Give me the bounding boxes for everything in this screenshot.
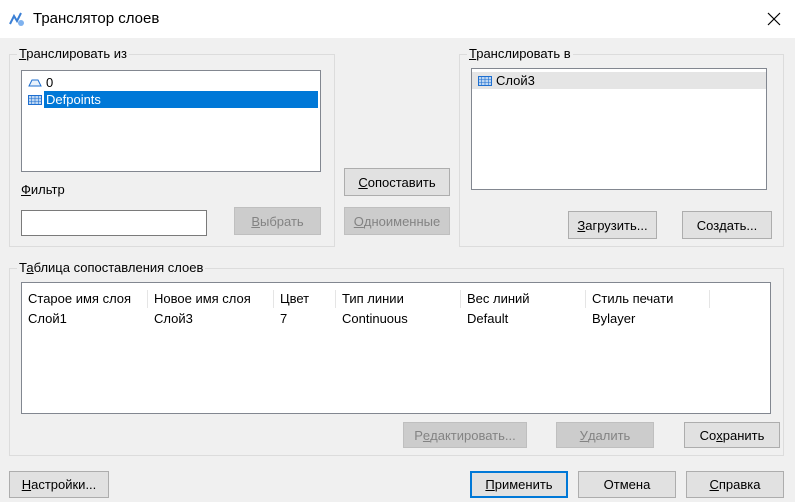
layer-grid-icon — [478, 75, 492, 86]
map-button[interactable]: Сопоставить — [344, 168, 450, 196]
map-same-button[interactable]: Одноименные — [344, 207, 450, 235]
list-item[interactable]: Defpoints — [22, 91, 320, 108]
table-cell: Bylayer — [592, 311, 636, 326]
column-header-color[interactable]: Цвет — [274, 290, 336, 308]
load-button[interactable]: Загрузить... — [568, 211, 657, 239]
list-item-label: Слой3 — [496, 73, 535, 88]
cancel-button[interactable]: Отмена — [578, 471, 676, 498]
app-icon — [8, 10, 26, 28]
select-button[interactable]: Выбрать — [234, 207, 321, 235]
translate-from-list[interactable]: 0 Defpoints — [21, 70, 321, 172]
window-title: Транслятор слоев — [33, 10, 160, 27]
filter-label: Фильтр — [21, 182, 65, 197]
layer-icon — [28, 79, 42, 86]
delete-button[interactable]: Удалить — [556, 422, 654, 448]
table-cell: Default — [467, 311, 509, 326]
mapping-label: Таблица сопоставления слоев — [17, 260, 206, 275]
list-item[interactable]: Слой3 — [472, 72, 766, 89]
create-button[interactable]: Соз д ать... — [682, 211, 772, 239]
column-header-linetype[interactable]: Тип линии — [336, 290, 461, 308]
list-item[interactable]: 0 — [22, 74, 320, 91]
column-header-new-name[interactable]: Новое имя слоя — [148, 290, 274, 308]
translate-to-list[interactable]: Слой3 — [471, 68, 767, 190]
apply-button[interactable]: Применить — [470, 471, 568, 498]
filter-input[interactable] — [21, 210, 207, 236]
layer-grid-icon — [28, 94, 42, 105]
table-cell: Слой3 — [154, 311, 193, 326]
column-header-plotstyle[interactable]: Стиль печати — [586, 290, 710, 308]
help-button[interactable]: Справка — [686, 471, 784, 498]
translate-from-label: Транслировать из — [17, 46, 129, 61]
list-item-label: 0 — [46, 75, 54, 90]
column-header-old-name[interactable]: Старое имя слоя — [22, 290, 148, 308]
table-cell: 7 — [280, 311, 288, 326]
edit-button[interactable]: Ре дактировать... — [403, 422, 527, 448]
column-header-lineweight[interactable]: Вес линий — [461, 290, 586, 308]
close-button[interactable] — [752, 0, 795, 38]
settings-button[interactable]: Настройки... — [9, 471, 109, 498]
mapping-table[interactable]: Старое имя слоя Новое имя слоя Цвет Тип … — [21, 282, 771, 414]
table-cell: Continuous — [342, 311, 408, 326]
translate-to-label: Транслировать в — [467, 46, 573, 61]
list-item-label: Defpoints — [44, 91, 318, 108]
save-button[interactable]: Со х ранить — [684, 422, 780, 448]
table-cell: Слой1 — [28, 311, 67, 326]
close-icon — [767, 12, 780, 26]
